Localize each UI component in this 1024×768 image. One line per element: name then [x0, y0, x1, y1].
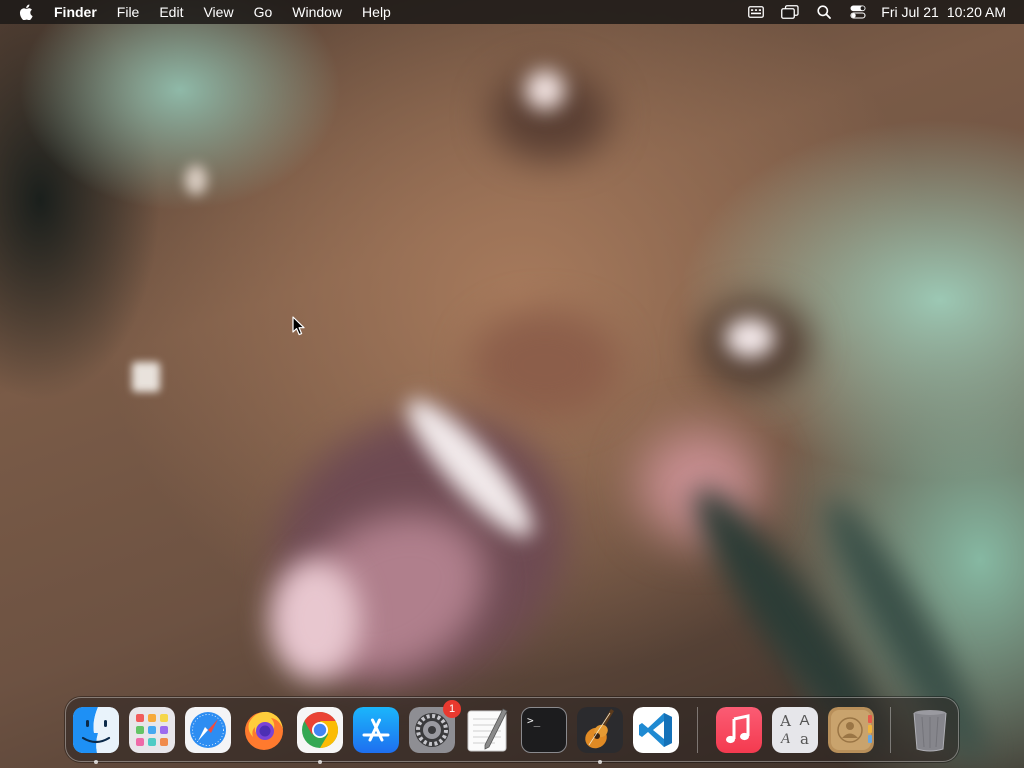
- menu-file[interactable]: File: [107, 0, 150, 24]
- terminal-icon: >_: [521, 706, 567, 753]
- mouse-pointer-icon: [292, 316, 305, 336]
- dock-font-book[interactable]: A A A a: [772, 706, 818, 753]
- font-glyph: a: [800, 729, 809, 748]
- dock-trash[interactable]: [907, 707, 953, 753]
- menu-go[interactable]: Go: [244, 0, 283, 24]
- dock-textedit[interactable]: [465, 707, 511, 753]
- dock-terminal[interactable]: >_: [521, 706, 567, 753]
- dock-separator: [890, 706, 891, 753]
- font-glyph: A: [780, 730, 791, 747]
- apple-menu[interactable]: [0, 0, 52, 24]
- menu-bar-clock[interactable]: Fri Jul 21 10:20 AM: [875, 4, 1006, 20]
- dock-launchpad[interactable]: [129, 706, 175, 753]
- firefox-icon: [241, 707, 287, 753]
- dock-music[interactable]: [716, 706, 762, 753]
- window-overlap-icon[interactable]: [773, 0, 807, 24]
- search-icon[interactable]: [807, 0, 841, 24]
- dock-garageband[interactable]: [577, 706, 623, 764]
- dock-separator: [697, 706, 698, 753]
- dock-firefox[interactable]: [241, 707, 287, 753]
- dock-safari[interactable]: [185, 706, 231, 753]
- dock-chrome[interactable]: [297, 706, 343, 764]
- font-glyph: A: [780, 711, 791, 730]
- wallpaper-shape: [185, 165, 207, 195]
- menu-bar: Finder File Edit View Go Window Help Fri…: [0, 0, 1024, 24]
- dock-system-settings[interactable]: 1: [409, 699, 461, 753]
- chrome-icon: [297, 706, 343, 753]
- wallpaper-shape: [132, 362, 160, 392]
- apple-logo-icon: [19, 4, 33, 20]
- finder-icon: [73, 706, 119, 753]
- menu-edit[interactable]: Edit: [149, 0, 193, 24]
- running-indicator: [94, 759, 98, 764]
- launchpad-icon: [129, 706, 175, 753]
- dock-finder[interactable]: [73, 706, 119, 764]
- safari-icon: [185, 706, 231, 753]
- contacts-icon: [828, 706, 874, 753]
- dock-contacts[interactable]: [828, 706, 874, 753]
- font-glyph: A: [799, 711, 810, 729]
- app-store-icon: [353, 706, 399, 753]
- garageband-icon: [577, 706, 623, 753]
- keyboard-input-icon[interactable]: [739, 0, 773, 24]
- font-book-icon: A A A a: [772, 706, 818, 753]
- menu-bar-right: Fri Jul 21 10:20 AM: [739, 0, 1024, 24]
- clock-time: 10:20 AM: [946, 4, 1006, 20]
- menu-app-finder[interactable]: Finder: [52, 0, 107, 24]
- menu-bar-left: Finder File Edit View Go Window Help: [0, 0, 401, 24]
- vscode-icon: [633, 706, 679, 753]
- menu-view[interactable]: View: [193, 0, 243, 24]
- control-center-icon[interactable]: [841, 0, 875, 24]
- menu-help[interactable]: Help: [352, 0, 401, 24]
- terminal-prompt: >_: [527, 713, 541, 727]
- textedit-icon: [465, 707, 511, 753]
- menu-window[interactable]: Window: [282, 0, 352, 24]
- music-icon: [716, 706, 762, 753]
- clock-date: Fri Jul 21: [881, 4, 939, 20]
- running-indicator: [598, 759, 602, 764]
- dock-app-store[interactable]: [353, 706, 399, 753]
- running-indicator: [318, 759, 322, 764]
- notification-badge: 1: [443, 699, 461, 718]
- dock-vscode[interactable]: [633, 706, 679, 753]
- wallpaper-shape: [470, 310, 620, 420]
- wallpaper-shape: [725, 318, 775, 358]
- wallpaper-shape: [270, 560, 360, 680]
- wallpaper-shape: [525, 70, 565, 110]
- desktop-wallpaper: [0, 0, 1024, 768]
- trash-icon: [907, 707, 953, 753]
- dock: 1 >_ A A A a: [65, 697, 959, 764]
